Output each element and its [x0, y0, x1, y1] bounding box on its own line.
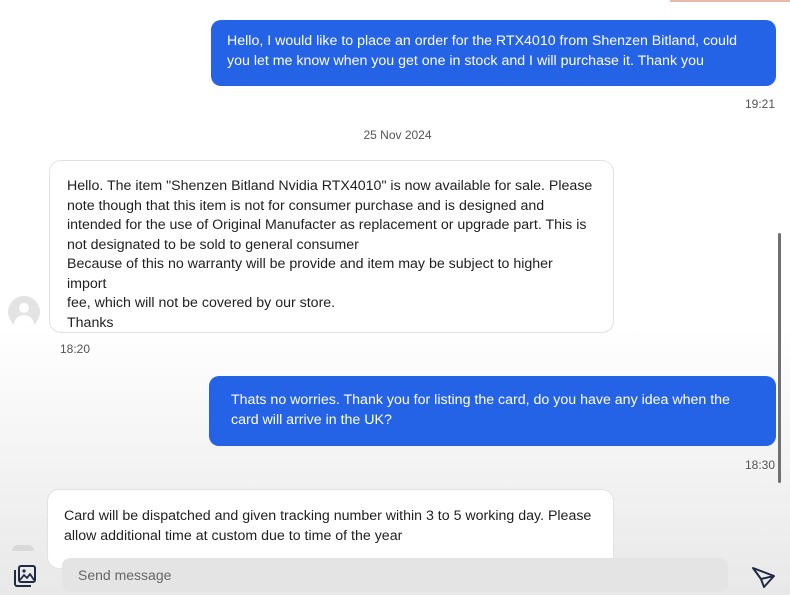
seller-avatar[interactable] — [8, 296, 40, 328]
send-icon[interactable] — [750, 564, 776, 590]
message-input[interactable] — [62, 558, 728, 592]
outgoing-message: Thats no worries. Thank you for listing … — [209, 376, 776, 446]
image-gallery-icon-graphic — [14, 565, 36, 587]
date-separator: 25 Nov 2024 — [363, 128, 432, 142]
message-timestamp: 18:30 — [745, 458, 776, 472]
message-timestamp: 18:20 — [60, 342, 91, 356]
message-timestamp: 19:21 — [745, 97, 776, 111]
outgoing-message: Hello, I would like to place an order fo… — [211, 20, 776, 86]
avatar-shoulders — [14, 315, 34, 328]
top-accent-line — [670, 0, 790, 2]
avatar-head — [19, 303, 29, 313]
chat-window: Hello, I would like to place an order fo… — [0, 0, 790, 595]
message-composer — [0, 551, 790, 595]
incoming-message: Hello. The item "Shenzen Bitland Nvidia … — [49, 160, 614, 333]
scrollbar[interactable] — [778, 233, 781, 483]
send-icon-graphic — [752, 567, 775, 588]
image-gallery-icon[interactable] — [12, 563, 38, 589]
